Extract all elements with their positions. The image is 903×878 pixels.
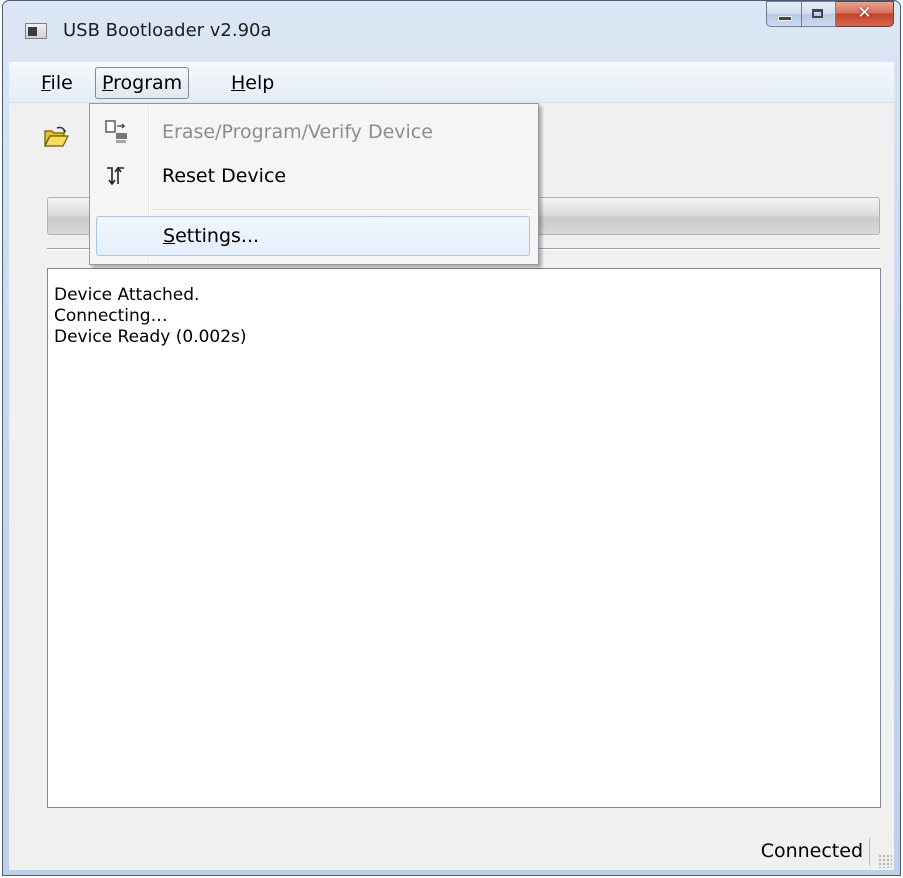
menu-separator: [152, 209, 532, 211]
minimize-icon: [778, 16, 792, 21]
menu-item-label: Erase/Program/Verify Device: [162, 121, 433, 143]
close-button[interactable]: ✕: [836, 1, 894, 27]
menu-bar: File Program Help: [9, 62, 894, 103]
log-line: Connecting…: [54, 306, 168, 326]
menu-file[interactable]: File: [35, 70, 79, 96]
window-title: USB Bootloader v2.90a: [63, 20, 272, 41]
menu-program[interactable]: Program: [95, 67, 190, 99]
menu-item-reset-device[interactable]: Reset Device: [92, 156, 536, 196]
folder-open-icon[interactable]: [43, 126, 69, 148]
status-bar: Connected: [9, 832, 894, 870]
status-text: Connected: [760, 840, 863, 862]
resize-grip-icon[interactable]: [878, 854, 892, 868]
program-device-icon: [105, 120, 127, 143]
log-line: Device Attached.: [54, 285, 200, 305]
maximize-button[interactable]: [802, 1, 836, 27]
log-line: Device Ready (0.002s): [54, 327, 247, 347]
menu-help[interactable]: Help: [225, 70, 280, 96]
menu-item-settings[interactable]: Settings...: [96, 216, 530, 256]
menu-item-label: Settings...: [163, 225, 260, 247]
close-icon: ✕: [857, 3, 872, 23]
reset-device-icon: [107, 166, 124, 186]
app-icon[interactable]: [25, 23, 47, 39]
title-bar[interactable]: USB Bootloader v2.90a ✕: [3, 1, 900, 63]
menu-item-erase-program-verify: Erase/Program/Verify Device: [92, 112, 536, 152]
menu-item-label: Reset Device: [162, 165, 287, 187]
caption-buttons: ✕: [766, 1, 894, 31]
program-menu-dropdown: Erase/Program/Verify Device Reset Device…: [89, 103, 539, 265]
status-separator: [869, 838, 870, 866]
log-output[interactable]: Device Attached. Connecting… Device Read…: [47, 268, 881, 808]
minimize-button[interactable]: [766, 1, 802, 27]
maximize-icon: [812, 9, 823, 18]
